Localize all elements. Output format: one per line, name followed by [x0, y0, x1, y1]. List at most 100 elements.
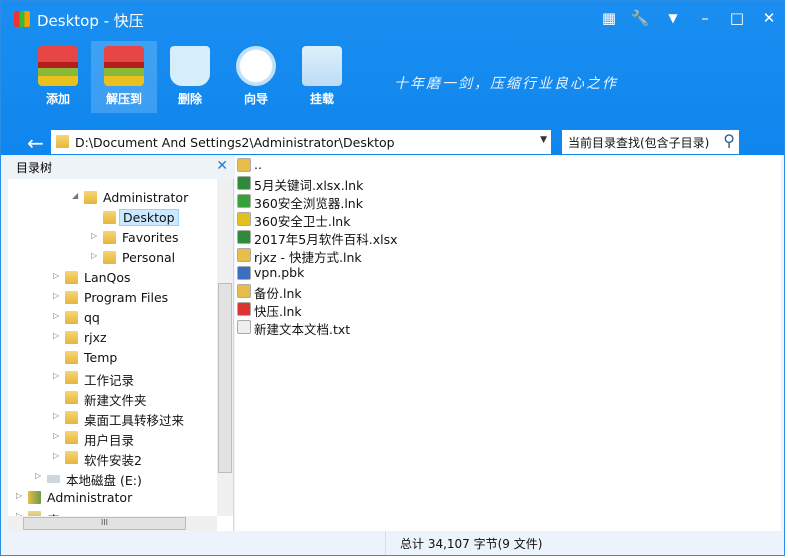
tree-item[interactable]: ▷ 用户目录 — [8, 428, 217, 448]
expand-arrow-icon[interactable]: ▷ — [53, 411, 59, 420]
expanded-arrow-icon[interactable]: ◢ — [72, 191, 78, 200]
file-item[interactable]: 新建文本文档.txt — [235, 318, 535, 337]
tree-item-label: rjxz — [84, 330, 107, 345]
file-icon — [237, 248, 251, 262]
scroll-thumb[interactable] — [218, 283, 232, 473]
address-path: D:\Document And Settings2\Administrator\… — [75, 134, 395, 150]
tree-item[interactable]: ▷ 桌面工具转移过来 — [8, 408, 217, 428]
file-icon — [237, 176, 251, 190]
folder-icon — [65, 311, 78, 324]
tree-item[interactable]: ▷ Program Files — [8, 288, 217, 308]
tree-item[interactable]: ▷ Favorites — [8, 228, 217, 248]
address-bar[interactable]: D:\Document And Settings2\Administrator\… — [51, 130, 551, 154]
file-item[interactable]: 快压.lnk — [235, 300, 535, 319]
tree-item-label: Personal — [122, 250, 176, 265]
delete-button[interactable]: 删除 — [157, 41, 223, 113]
add-archive-icon — [38, 46, 78, 86]
scroll-thumb[interactable]: III — [23, 517, 186, 530]
folder-icon — [56, 135, 69, 148]
wrench-icon[interactable]: 🔧 — [629, 9, 651, 27]
file-icon — [237, 194, 251, 208]
tree-item[interactable]: ▷ Administrator — [8, 488, 217, 508]
file-name: 新建文本文档.txt — [254, 322, 351, 337]
horizontal-scrollbar[interactable]: III — [8, 516, 217, 531]
tree-item-label: Desktop — [119, 209, 179, 226]
tree-item[interactable]: Temp — [8, 348, 217, 368]
expand-arrow-icon[interactable]: ▷ — [53, 451, 59, 460]
extract-button[interactable]: 解压到 — [91, 41, 157, 113]
file-icon — [237, 284, 251, 298]
tree-header: 目录树 ✕ — [8, 155, 234, 179]
expand-arrow-icon[interactable]: ▷ — [53, 371, 59, 380]
tree-item[interactable]: ◢ Administrator — [8, 188, 217, 208]
search-input[interactable]: 当前目录查找(包含子目录) ⚲ — [562, 130, 739, 154]
expand-arrow-icon[interactable]: ▷ — [53, 271, 59, 280]
folder-icon — [65, 271, 78, 284]
minimize-icon[interactable]: – — [694, 9, 716, 27]
file-list: .. 5月关键词.xlsx.lnk 360安全浏览器.lnk 360安全卫士.lnk 2… — [235, 155, 781, 531]
file-item[interactable]: 360安全浏览器.lnk — [235, 192, 535, 211]
file-name: .. — [254, 157, 262, 172]
drive-icon — [302, 46, 342, 86]
wizard-button[interactable]: 向导 — [223, 41, 289, 113]
expand-arrow-icon[interactable]: ▷ — [91, 251, 97, 260]
mount-label: 挂载 — [309, 92, 334, 106]
folder-icon — [65, 411, 78, 424]
wizard-label: 向导 — [243, 92, 268, 106]
vertical-scrollbar[interactable] — [217, 179, 233, 516]
expand-arrow-icon[interactable]: ▷ — [53, 311, 59, 320]
file-item[interactable]: rjxz - 快捷方式.lnk — [235, 246, 535, 265]
tree-item-label: 本地磁盘 (E:) — [66, 473, 142, 488]
header: Desktop - 快压 ▦ 🔧 ▼ – □ ✕ 添加 解压到 删除 向导 挂载… — [1, 1, 784, 155]
close-icon[interactable]: ✕ — [758, 9, 780, 27]
folder-icon — [103, 211, 116, 224]
menu-down-icon[interactable]: ▼ — [662, 11, 684, 25]
chevron-down-icon[interactable]: ▼ — [540, 135, 547, 145]
tree-item-label: Administrator — [103, 190, 189, 205]
expand-arrow-icon[interactable]: ▷ — [53, 291, 59, 300]
tree-item-label: Program Files — [84, 290, 169, 305]
expand-arrow-icon[interactable]: ▷ — [53, 431, 59, 440]
recycle-bin-icon — [170, 46, 210, 86]
expand-arrow-icon[interactable]: ▷ — [16, 491, 22, 500]
expand-arrow-icon[interactable]: ▷ — [91, 231, 97, 240]
tree-item[interactable]: 新建文件夹 — [8, 388, 217, 408]
file-item[interactable]: 备份.lnk — [235, 282, 535, 301]
tree-item[interactable]: ▷ 工作记录 — [8, 368, 217, 388]
status-bar: 总计 34,107 字节(9 文件) — [385, 531, 781, 555]
file-item[interactable]: vpn.pbk — [235, 264, 535, 282]
add-button[interactable]: 添加 — [25, 41, 91, 113]
compass-icon — [236, 46, 276, 86]
file-item[interactable]: 360安全卫士.lnk — [235, 210, 535, 229]
file-item[interactable]: 5月关键词.xlsx.lnk — [235, 174, 535, 193]
tree-item[interactable]: ▷ Personal — [8, 248, 217, 268]
file-icon — [237, 266, 251, 280]
back-arrow-icon[interactable]: ← — [27, 131, 44, 155]
expand-arrow-icon[interactable]: ▷ — [35, 471, 41, 480]
file-item[interactable]: 2017年5月软件百科.xlsx — [235, 228, 535, 247]
window-title: Desktop - 快压 — [37, 12, 144, 30]
tree-item[interactable]: ▷ LanQos — [8, 268, 217, 288]
folder-icon — [65, 331, 78, 344]
drive-icon — [47, 475, 60, 483]
search-icon[interactable]: ⚲ — [723, 131, 735, 150]
user-icon — [28, 491, 41, 504]
file-item[interactable]: .. — [235, 156, 535, 174]
directory-tree: 目录树 ✕ ◢ Administrator Desktop ▷ Favorites ▷ Per… — [8, 155, 234, 531]
tree-item[interactable]: ▷ 软件安装2 — [8, 448, 217, 468]
folder-icon — [65, 431, 78, 444]
file-icon — [237, 230, 251, 244]
tree-item[interactable]: ▷ rjxz — [8, 328, 217, 348]
grid-icon[interactable]: ▦ — [598, 9, 620, 27]
tree-item[interactable]: ▷ 本地磁盘 (E:) — [8, 468, 217, 488]
expand-arrow-icon[interactable]: ▷ — [53, 331, 59, 340]
close-tree-icon[interactable]: ✕ — [216, 158, 228, 174]
mount-button[interactable]: 挂载 — [289, 41, 355, 113]
maximize-icon[interactable]: □ — [726, 9, 748, 27]
add-label: 添加 — [45, 92, 70, 106]
tree-item[interactable]: Desktop — [8, 208, 217, 228]
tree-item-label: qq — [84, 310, 100, 325]
file-icon — [237, 158, 251, 172]
tree-item-label: Administrator — [47, 490, 133, 505]
tree-item[interactable]: ▷ qq — [8, 308, 217, 328]
